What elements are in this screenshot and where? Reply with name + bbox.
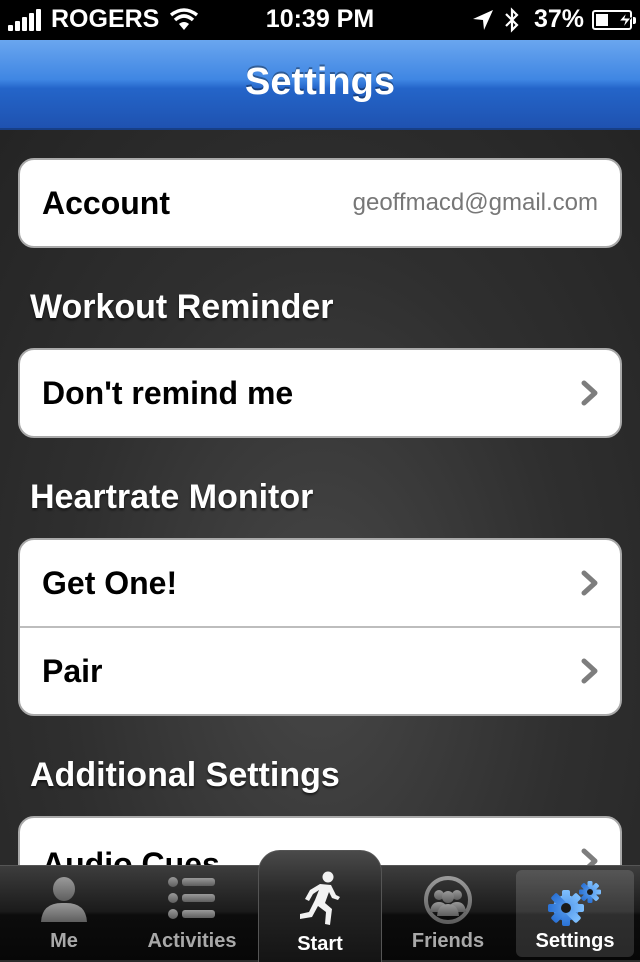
- pair-row[interactable]: Pair: [20, 626, 620, 714]
- friends-icon: [424, 876, 472, 924]
- get-one-label: Get One!: [42, 564, 178, 601]
- settings-list[interactable]: Account geoffmacd@gmail.com Workout Remi…: [0, 130, 640, 865]
- gears-icon: [548, 881, 601, 926]
- tab-activities-label: Activities: [147, 930, 237, 952]
- get-one-row[interactable]: Get One!: [20, 540, 620, 626]
- tab-start-label: Start: [297, 933, 343, 955]
- pair-label: Pair: [42, 652, 103, 689]
- workout-reminder-header: Workout Reminder: [30, 288, 334, 326]
- bluetooth-icon: [505, 6, 519, 33]
- workout-reminder-group: Don't remind me: [18, 348, 622, 438]
- workout-reminder-row[interactable]: Don't remind me: [20, 350, 620, 436]
- audio-cues-label: Audio Cues: [42, 846, 220, 865]
- heartrate-monitor-header: Heartrate Monitor: [30, 478, 314, 516]
- tab-start[interactable]: Start: [258, 850, 382, 962]
- tab-friends-label: Friends: [411, 930, 485, 952]
- location-icon: [472, 9, 493, 30]
- person-icon: [41, 877, 87, 922]
- tab-me[interactable]: Me: [0, 866, 128, 961]
- chevron-right-icon: [581, 380, 598, 406]
- additional-settings-header: Additional Settings: [30, 756, 340, 794]
- runner-icon: [300, 871, 340, 925]
- status-bar: ROGERS 10:39 PM 37%: [0, 0, 640, 40]
- tab-settings[interactable]: Settings: [516, 870, 634, 957]
- battery-percent: 37%: [533, 5, 584, 33]
- chevron-right-icon: [581, 570, 598, 596]
- navigation-bar: Settings: [0, 40, 640, 130]
- heartrate-monitor-group: Get One! Pair: [18, 538, 622, 716]
- battery-icon: [592, 9, 636, 30]
- tab-me-label: Me: [50, 930, 78, 952]
- chevron-right-icon: [581, 658, 598, 684]
- account-label: Account: [42, 184, 170, 221]
- workout-reminder-value: Don't remind me: [42, 374, 294, 411]
- account-email: geoffmacd@gmail.com: [352, 189, 598, 216]
- list-icon: [168, 877, 215, 919]
- tab-activities[interactable]: Activities: [128, 866, 256, 961]
- tab-settings-label: Settings: [535, 930, 615, 952]
- account-row[interactable]: Account geoffmacd@gmail.com: [20, 160, 620, 246]
- account-group: Account geoffmacd@gmail.com: [18, 158, 622, 248]
- page-title: Settings: [245, 61, 395, 103]
- chevron-right-icon: [581, 848, 598, 865]
- tab-friends[interactable]: Friends: [384, 866, 512, 961]
- tab-bar: Me Activities Start Friends Settings: [0, 850, 640, 962]
